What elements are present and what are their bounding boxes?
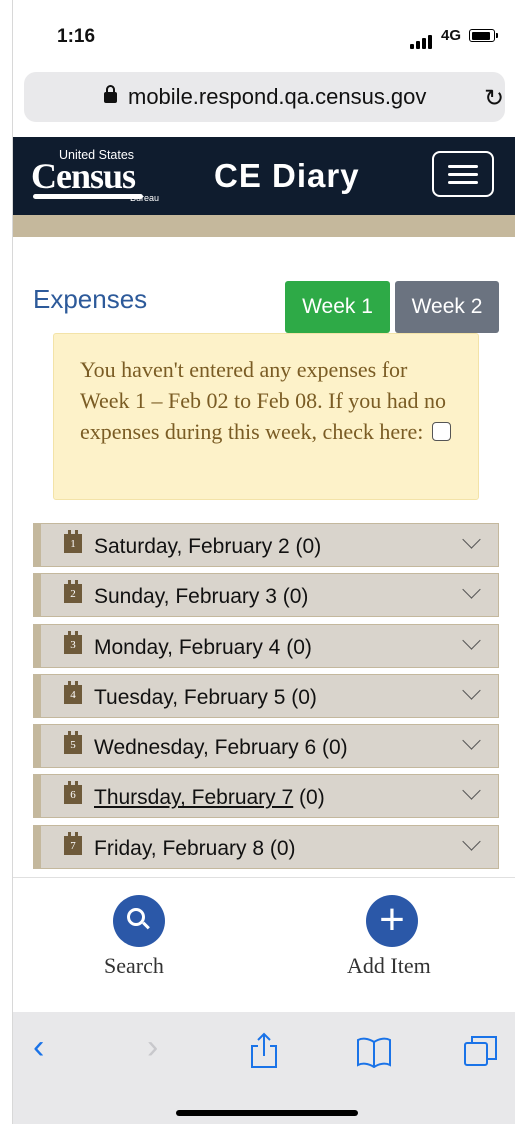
site-header: United States Census Bureau CE Diary xyxy=(13,137,515,215)
day-count: (0) xyxy=(293,786,325,810)
calendar-icon: 7 xyxy=(64,831,82,855)
day-list: 1 Saturday, February 2 (0) 2 Sunday, Februa… xyxy=(33,523,499,875)
back-icon[interactable]: ‹ xyxy=(33,1028,44,1067)
day-label[interactable]: Saturday, February 2 (0) xyxy=(94,535,321,559)
calendar-icon: 2 xyxy=(64,580,82,604)
chevron-down-icon[interactable] xyxy=(462,530,481,549)
bookmarks-icon[interactable] xyxy=(356,1036,392,1068)
no-expenses-checkbox[interactable] xyxy=(431,422,451,441)
day-label[interactable]: Friday, February 8 (0) xyxy=(94,837,296,861)
day-row[interactable]: 4 Tuesday, February 5 (0) xyxy=(33,673,499,718)
calendar-icon: 5 xyxy=(64,731,82,755)
reload-icon[interactable]: ↻ xyxy=(484,84,504,113)
day-label[interactable]: Thursday, February 7 (0) xyxy=(94,786,325,810)
signal-icon xyxy=(410,31,434,49)
tabs-icon[interactable] xyxy=(463,1034,499,1068)
chevron-down-icon[interactable] xyxy=(462,781,481,801)
day-count: (0) xyxy=(289,535,322,558)
day-row[interactable]: 3 Monday, February 4 (0) xyxy=(33,623,499,668)
tab-week-2[interactable]: Week 2 xyxy=(395,281,499,333)
app-title: CE Diary xyxy=(214,157,360,194)
day-count: (0) xyxy=(276,585,309,609)
add-item-label[interactable]: Add Item xyxy=(347,953,431,979)
add-item-icon[interactable]: + xyxy=(366,895,418,947)
calendar-icon: 3 xyxy=(64,630,82,654)
day-name: Tuesday, February 5 xyxy=(94,685,286,709)
calendar-icon: 1 xyxy=(64,530,82,553)
logo-bureau-text: Bureau xyxy=(130,193,160,203)
share-icon[interactable] xyxy=(249,1032,279,1070)
day-label[interactable]: Tuesday, February 5 (0) xyxy=(94,686,317,710)
logo-main-text: Census xyxy=(31,156,136,196)
day-label[interactable]: Monday, February 4 (0) xyxy=(94,636,312,660)
chevron-down-icon[interactable] xyxy=(462,630,481,650)
status-time: 1:16 xyxy=(57,26,96,47)
day-row[interactable]: 7 Friday, February 8 (0) xyxy=(33,824,499,869)
day-name: Sunday, February 3 xyxy=(94,585,277,609)
header-divider xyxy=(13,215,515,237)
day-name: Saturday, February 2 xyxy=(94,535,290,558)
safari-toolbar: ‹ › xyxy=(13,1012,515,1124)
no-expenses-alert: You haven't entered any expenses for Wee… xyxy=(53,333,479,500)
day-count: (0) xyxy=(316,736,348,760)
chevron-down-icon[interactable] xyxy=(462,832,481,851)
day-name: Monday, February 4 xyxy=(94,635,281,659)
page-title: Expenses xyxy=(33,284,148,314)
day-label[interactable]: Sunday, February 3 (0) xyxy=(94,585,308,609)
search-icon[interactable] xyxy=(113,895,165,947)
search-label[interactable]: Search xyxy=(104,953,164,979)
phone-screen: 1:16 4G mobile.respond.qa.census.gov ↻ U… xyxy=(12,0,515,1124)
network-label: 4G xyxy=(441,27,462,44)
url-text[interactable]: mobile.respond.qa.census.gov xyxy=(128,84,426,110)
forward-icon: › xyxy=(147,1028,159,1066)
calendar-icon: 4 xyxy=(64,680,82,704)
home-indicator xyxy=(176,1110,358,1116)
day-name: Friday, February 8 xyxy=(94,836,264,860)
day-row[interactable]: 5 Wednesday, February 6 (0) xyxy=(33,724,499,769)
chevron-down-icon[interactable] xyxy=(462,580,481,599)
day-count: (0) xyxy=(280,635,312,659)
tab-week-1[interactable]: Week 1 xyxy=(285,281,390,333)
logo-underline xyxy=(33,194,143,199)
chevron-down-icon[interactable] xyxy=(462,731,481,750)
day-row[interactable]: 1 Saturday, February 2 (0) xyxy=(33,523,499,567)
lock-icon xyxy=(104,85,117,103)
status-bar: 1:16 4G xyxy=(13,0,515,70)
day-row[interactable]: 6 Thursday, February 7 (0) xyxy=(33,774,499,819)
day-label[interactable]: Wednesday, February 6 (0) xyxy=(94,736,348,760)
hamburger-menu-button[interactable] xyxy=(432,151,494,197)
chevron-down-icon[interactable] xyxy=(462,681,481,700)
day-name: Thursday, February 7 xyxy=(94,786,294,810)
day-count: (0) xyxy=(264,836,296,860)
bottom-toolbar: Search + Add Item xyxy=(13,877,515,1013)
day-name: Wednesday, February 6 xyxy=(94,736,317,760)
day-count: (0) xyxy=(285,685,317,709)
alert-text: You haven't entered any expenses for Wee… xyxy=(80,357,447,444)
address-bar[interactable]: mobile.respond.qa.census.gov ↻ xyxy=(24,72,505,122)
day-row[interactable]: 2 Sunday, February 3 (0) xyxy=(33,573,499,618)
calendar-icon: 6 xyxy=(64,781,82,805)
battery-icon xyxy=(469,29,498,42)
